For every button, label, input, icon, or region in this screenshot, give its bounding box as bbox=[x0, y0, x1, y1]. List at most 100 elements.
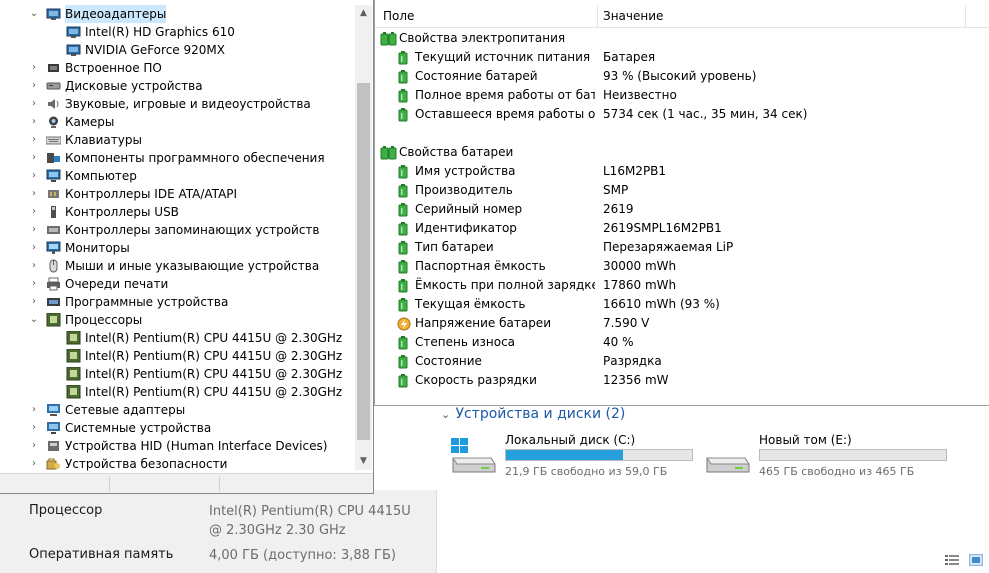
vertical-scrollbar[interactable]: ▲ ▼ bbox=[355, 5, 372, 470]
drive-free-space: 465 ГБ свободно из 465 ГБ bbox=[759, 465, 915, 478]
expand-chevron-icon[interactable]: › bbox=[28, 167, 40, 185]
scrollbar-thumb[interactable] bbox=[357, 83, 370, 440]
scroll-down-icon[interactable]: ▼ bbox=[355, 453, 372, 470]
property-row[interactable]: Имя устройства L16M2PB1 bbox=[375, 162, 989, 181]
tree-label: Мониторы bbox=[65, 241, 130, 255]
display-adapter-icon bbox=[66, 25, 81, 39]
property-row[interactable]: Текущая ёмкость 16610 mWh (93 %) bbox=[375, 295, 989, 314]
security-device-icon bbox=[46, 457, 61, 471]
property-row[interactable]: Серийный номер 2619 bbox=[375, 200, 989, 219]
system-device-icon bbox=[46, 421, 61, 435]
tree-label: Устройства безопасности bbox=[65, 457, 228, 471]
details-view-icon[interactable] bbox=[945, 554, 960, 566]
property-row[interactable]: Паспортная ёмкость 30000 mWh bbox=[375, 257, 989, 276]
expand-chevron-icon[interactable]: › bbox=[28, 149, 40, 167]
property-row[interactable]: Текущий источник питания Батарея bbox=[375, 48, 989, 67]
computer-icon bbox=[46, 169, 61, 183]
hid-icon bbox=[46, 439, 61, 453]
column-header-field[interactable]: Поле bbox=[383, 9, 414, 23]
battery-properties-panel: Поле Значение Свойства электропитания Тек… bbox=[374, 0, 989, 406]
column-header-value[interactable]: Значение bbox=[603, 9, 663, 23]
tree-label: Intel(R) Pentium(R) CPU 4415U @ 2.30GHz bbox=[85, 349, 343, 363]
ide-controller-icon bbox=[46, 187, 61, 201]
expand-chevron-icon[interactable]: › bbox=[28, 113, 40, 131]
expand-chevron-icon[interactable]: › bbox=[28, 257, 40, 275]
property-value: Перезаряжаемая LiP bbox=[603, 240, 734, 254]
expand-chevron-icon[interactable]: › bbox=[28, 293, 40, 311]
collapse-chevron-icon[interactable]: ⌄ bbox=[28, 311, 40, 329]
tree-label: Intel(R) HD Graphics 610 bbox=[85, 25, 235, 39]
property-row[interactable]: Напряжение батареи 7.590 V bbox=[375, 314, 989, 333]
drive-free-space: 21,9 ГБ свободно из 59,0 ГБ bbox=[505, 465, 668, 478]
property-value: 2619SMPL16M2PB1 bbox=[603, 221, 722, 235]
property-name: Текущий источник питания bbox=[415, 50, 591, 64]
device-manager-window: ⌄ Видеоадаптеры Intel(R) HD Graphics 610 NV… bbox=[0, 0, 374, 494]
tree-label: Компоненты программного обеспечения bbox=[65, 151, 325, 165]
chevron-down-icon[interactable]: ⌄ bbox=[441, 408, 451, 421]
tiles-view-icon[interactable] bbox=[968, 553, 984, 567]
property-name: Серийный номер bbox=[415, 202, 523, 216]
system-info-panel: Процессор Intel(R) Pentium(R) CPU 4415U … bbox=[0, 490, 437, 573]
storage-controller-icon bbox=[46, 223, 61, 237]
expand-chevron-icon[interactable]: › bbox=[28, 401, 40, 419]
tree-label: Intel(R) Pentium(R) CPU 4415U @ 2.30GHz bbox=[85, 331, 343, 345]
property-name: Состояние bbox=[415, 354, 482, 368]
ram-label: Оперативная память bbox=[29, 547, 174, 562]
tree-label: Системные устройства bbox=[65, 421, 212, 435]
property-value: 5734 сек (1 час., 35 мин, 34 сек) bbox=[603, 107, 808, 121]
expand-chevron-icon[interactable]: › bbox=[28, 59, 40, 77]
expand-chevron-icon[interactable]: › bbox=[28, 437, 40, 455]
collapse-chevron-icon[interactable]: ⌄ bbox=[28, 5, 40, 23]
property-row[interactable]: Скорость разрядки 12356 mW bbox=[375, 371, 989, 390]
expand-chevron-icon[interactable]: › bbox=[28, 95, 40, 113]
processor-icon bbox=[66, 384, 81, 399]
property-value: L16M2PB1 bbox=[603, 164, 667, 178]
camera-icon bbox=[46, 115, 61, 129]
battery-icon bbox=[397, 108, 409, 128]
expand-chevron-icon[interactable]: › bbox=[28, 239, 40, 257]
property-name: Идентификатор bbox=[415, 221, 517, 235]
drive-usage-bar bbox=[505, 449, 693, 461]
tree-label: Клавиатуры bbox=[65, 133, 142, 147]
expand-chevron-icon[interactable]: › bbox=[28, 131, 40, 149]
scroll-up-icon[interactable]: ▲ bbox=[355, 5, 372, 22]
property-row[interactable]: Идентификатор 2619SMPL16M2PB1 bbox=[375, 219, 989, 238]
property-row[interactable]: Оставшееся время работы от ... 5734 сек (… bbox=[375, 105, 989, 124]
display-adapter-icon bbox=[66, 43, 81, 57]
property-group[interactable]: Свойства батареи bbox=[375, 143, 989, 162]
expand-chevron-icon[interactable]: › bbox=[28, 185, 40, 203]
tree-label: Компьютер bbox=[65, 169, 137, 183]
expand-chevron-icon[interactable]: › bbox=[28, 77, 40, 95]
printer-icon bbox=[46, 277, 61, 291]
tree-label: Камеры bbox=[65, 115, 115, 129]
drive-tile[interactable]: Новый том (E:) 465 ГБ свободно из 465 ГБ bbox=[693, 432, 947, 482]
expand-chevron-icon[interactable]: › bbox=[28, 221, 40, 239]
drive-tile[interactable]: Локальный диск (C:) 21,9 ГБ свободно из 5… bbox=[439, 432, 693, 482]
tree-label: Мыши и иные указывающие устройства bbox=[65, 259, 320, 273]
software-device-icon bbox=[46, 295, 61, 309]
property-group[interactable]: Свойства электропитания bbox=[375, 29, 989, 48]
drives-group-header[interactable]: ⌄ Устройства и диски (2) bbox=[441, 406, 625, 422]
expand-chevron-icon[interactable]: › bbox=[28, 275, 40, 293]
mouse-icon bbox=[46, 259, 61, 273]
property-row[interactable]: Тип батареи Перезаряжаемая LiP bbox=[375, 238, 989, 257]
property-row[interactable]: Состояние батарей 93 % (Высокий уровень) bbox=[375, 67, 989, 86]
property-row[interactable]: Степень износа 40 % bbox=[375, 333, 989, 352]
processor-icon bbox=[66, 348, 81, 363]
software-component-icon bbox=[46, 151, 61, 165]
processor-icon bbox=[66, 366, 81, 381]
property-row[interactable]: Ёмкость при полной зарядке 17860 mWh bbox=[375, 276, 989, 295]
expand-chevron-icon[interactable]: › bbox=[28, 203, 40, 221]
firmware-icon bbox=[46, 61, 61, 75]
property-value: SMP bbox=[603, 183, 629, 197]
tree-label: Звуковые, игровые и видеоустройства bbox=[65, 97, 311, 111]
property-row[interactable]: Полное время работы от бата... Неизвестно bbox=[375, 86, 989, 105]
property-row[interactable]: Состояние Разрядка bbox=[375, 352, 989, 371]
expand-chevron-icon[interactable]: › bbox=[28, 419, 40, 437]
properties-header: Поле Значение bbox=[375, 6, 989, 28]
expand-chevron-icon[interactable]: › bbox=[28, 455, 40, 473]
usb-controller-icon bbox=[46, 205, 61, 219]
property-row[interactable]: Производитель SMP bbox=[375, 181, 989, 200]
tree-label: Встроенное ПО bbox=[65, 61, 162, 75]
display-adapter-icon bbox=[46, 7, 61, 21]
